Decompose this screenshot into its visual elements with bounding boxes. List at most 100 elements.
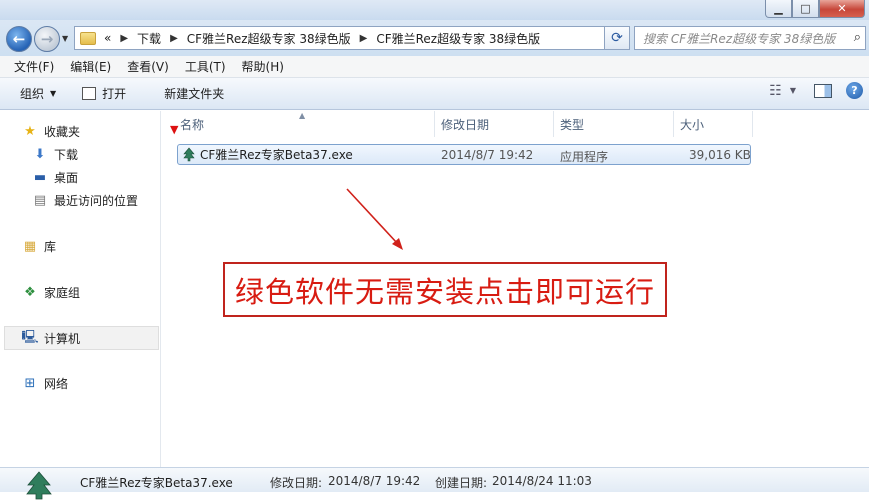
nav-downloads[interactable]: ⬇ 下载 — [32, 146, 78, 163]
nav-computer-label: 计算机 — [44, 332, 81, 346]
nav-downloads-label: 下载 — [54, 148, 79, 162]
organize-button[interactable]: 组织 ▼ — [0, 85, 68, 102]
chevron-down-icon[interactable]: ▼ — [786, 86, 800, 95]
details-modified-label: 修改日期: — [270, 476, 323, 490]
help-icon[interactable]: ? — [846, 82, 863, 99]
file-type: 应用程序 — [560, 150, 609, 164]
breadcrumb-separator-icon[interactable]: ▶ — [165, 33, 183, 44]
nav-favorites-label: 收藏夹 — [44, 125, 81, 139]
open-label: 打开 — [102, 87, 127, 101]
file-size: 39,016 KB — [689, 148, 751, 162]
sort-ascending-icon: ▲ — [299, 111, 306, 120]
nav-libraries[interactable]: ▦ 库 — [22, 238, 56, 255]
breadcrumb-separator-icon[interactable]: ▶ — [355, 33, 373, 44]
recent-places-icon: ▤ — [33, 193, 47, 208]
homegroup-icon: ❖ — [24, 285, 36, 300]
column-divider[interactable] — [752, 111, 753, 137]
nav-computer[interactable]: 🖳 计算机 — [21, 329, 81, 347]
search-input[interactable]: 搜索 CF雅兰Rez超级专家 38绿色版 ⌕ — [634, 26, 866, 50]
breadcrumb-folder-2[interactable]: CF雅兰Rez超级专家 38绿色版 — [372, 30, 544, 47]
column-header-type[interactable]: 类型 — [560, 111, 584, 137]
tree-app-large-icon — [26, 471, 52, 500]
details-filename: CF雅兰Rez专家Beta37.exe — [80, 476, 233, 490]
address-row: ← → ▼ « ▶ 下载 ▶ CF雅兰Rez超级专家 38绿色版 ▶ CF雅兰R… — [0, 20, 869, 56]
file-modified: 2014/8/7 19:42 — [441, 148, 534, 162]
column-divider[interactable] — [553, 111, 554, 137]
nav-homegroup[interactable]: ❖ 家庭组 — [22, 284, 80, 301]
file-name: CF雅兰Rez专家Beta37.exe — [200, 148, 353, 162]
menu-bar: 文件(F) 编辑(E) 查看(V) 工具(T) 帮助(H) — [0, 56, 869, 78]
nav-homegroup-label: 家庭组 — [44, 286, 81, 300]
nav-desktop-label: 桌面 — [54, 171, 79, 185]
back-button[interactable]: ← — [6, 26, 32, 52]
details-created-label: 创建日期: — [435, 476, 488, 490]
column-name-label: 名称 — [180, 117, 205, 132]
nav-libraries-label: 库 — [44, 240, 57, 254]
back-arrow-icon: ← — [12, 30, 26, 48]
nav-network[interactable]: ⊞ 网络 — [22, 375, 68, 392]
breadcrumb-downloads[interactable]: 下载 — [133, 30, 165, 47]
nav-desktop[interactable]: ▬ 桌面 — [32, 169, 78, 186]
desktop-icon: ▬ — [33, 170, 47, 185]
forward-arrow-icon: → — [40, 30, 54, 48]
forward-button[interactable]: → — [34, 26, 60, 52]
network-icon: ⊞ — [24, 376, 36, 391]
details-bar: CF雅兰Rez专家Beta37.exe 修改日期: 2014/8/7 19:42… — [0, 467, 869, 500]
menu-view[interactable]: 查看(V) — [119, 58, 177, 75]
title-bar: ▁ □ ✕ — [0, 0, 869, 20]
nav-network-label: 网络 — [44, 377, 69, 391]
breadcrumb-overflow[interactable]: « — [100, 31, 115, 45]
annotation-text: 绿色软件无需安装点击即可运行 — [234, 274, 655, 309]
column-header-modified[interactable]: 修改日期 — [441, 111, 489, 137]
new-folder-button[interactable]: 新建文件夹 — [138, 85, 236, 102]
downloads-folder-icon: ⬇ — [34, 147, 46, 162]
chevron-down-icon: ▼ — [50, 89, 57, 98]
folder-icon — [80, 31, 96, 45]
breadcrumb-separator-icon[interactable]: ▶ — [115, 33, 133, 44]
column-size-label: 大小 — [680, 117, 705, 132]
recent-pages-dropdown[interactable]: ▼ — [62, 34, 68, 43]
new-folder-label: 新建文件夹 — [164, 87, 225, 101]
minimize-button[interactable]: ▁ — [765, 0, 792, 18]
close-icon: ✕ — [837, 2, 847, 15]
details-created-value: 2014/8/24 11:03 — [492, 474, 592, 488]
annotation-callout: 绿色软件无需安装点击即可运行 — [223, 262, 667, 317]
nav-favorites[interactable]: ★ 收藏夹 — [22, 123, 80, 140]
window-controls: ▁ □ ✕ — [765, 0, 865, 18]
search-placeholder: 搜索 CF雅兰Rez超级专家 38绿色版 — [643, 31, 836, 46]
column-divider[interactable] — [673, 111, 674, 137]
maximize-icon: □ — [800, 2, 811, 15]
menu-file[interactable]: 文件(F) — [6, 58, 62, 75]
refresh-icon: ⟳ — [611, 30, 623, 46]
open-button[interactable]: 打开 — [68, 85, 138, 102]
column-divider[interactable] — [434, 111, 435, 137]
column-type-label: 类型 — [560, 117, 585, 132]
close-button[interactable]: ✕ — [819, 0, 865, 18]
menu-tools[interactable]: 工具(T) — [177, 58, 234, 75]
star-icon: ★ — [24, 124, 36, 139]
menu-help[interactable]: 帮助(H) — [234, 58, 292, 75]
nav-recent-places[interactable]: ▤ 最近访问的位置 — [32, 192, 138, 209]
search-icon[interactable]: ⌕ — [854, 30, 861, 45]
minimize-icon: ▁ — [774, 2, 783, 15]
column-header-size[interactable]: 大小 — [680, 111, 704, 137]
refresh-button[interactable]: ⟳ — [604, 26, 630, 50]
open-icon — [82, 87, 97, 100]
maximize-button[interactable]: □ — [792, 0, 819, 18]
toolbar-right: ☷ ▼ ? — [765, 82, 863, 99]
command-toolbar: 组织 ▼ 打开 新建文件夹 ☷ ▼ ? — [0, 78, 869, 110]
breadcrumb-folder-1[interactable]: CF雅兰Rez超级专家 38绿色版 — [183, 30, 355, 47]
address-bar[interactable]: « ▶ 下载 ▶ CF雅兰Rez超级专家 38绿色版 ▶ CF雅兰Rez超级专家… — [74, 26, 630, 50]
file-row[interactable]: CF雅兰Rez专家Beta37.exe 2014/8/7 19:42 应用程序 … — [177, 144, 751, 165]
organize-label: 组织 — [20, 87, 45, 101]
view-options-icon[interactable]: ☷ — [765, 83, 786, 99]
navigation-pane: ★ 收藏夹 ⬇ 下载 ▬ 桌面 ▤ 最近访问的位置 ▦ 库 ❖ 家庭组 🖳 计算… — [0, 111, 161, 467]
details-modified-value: 2014/8/7 19:42 — [328, 474, 421, 488]
library-icon: ▦ — [23, 239, 37, 254]
preview-pane-icon[interactable] — [814, 83, 832, 98]
computer-icon: 🖳 — [21, 329, 39, 345]
red-marker-icon: ▼ — [170, 123, 179, 136]
column-header-name[interactable]: 名称 — [180, 111, 204, 137]
tree-app-icon — [183, 147, 195, 162]
menu-edit[interactable]: 编辑(E) — [62, 58, 119, 75]
